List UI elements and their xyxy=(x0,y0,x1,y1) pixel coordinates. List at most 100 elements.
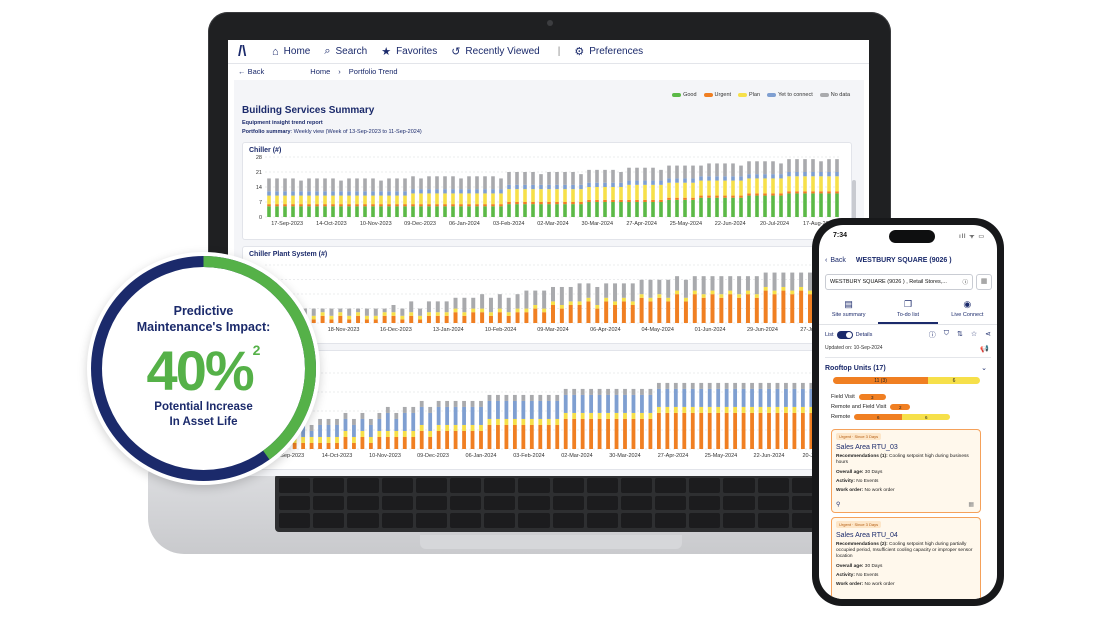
bar-segment[interactable] xyxy=(701,297,706,323)
bar-segment[interactable] xyxy=(595,182,599,187)
bar-segment[interactable] xyxy=(781,290,786,323)
bar-segment[interactable] xyxy=(619,172,623,183)
bar-segment[interactable] xyxy=(579,184,583,190)
bar-segment[interactable] xyxy=(504,394,509,401)
bar-segment[interactable] xyxy=(792,388,797,407)
bar-segment[interactable] xyxy=(745,276,750,291)
bar-segment[interactable] xyxy=(563,412,568,419)
bar-segment[interactable] xyxy=(747,193,751,196)
bar-segment[interactable] xyxy=(426,315,431,323)
bar-segment[interactable] xyxy=(597,418,602,449)
bar-segment[interactable] xyxy=(531,184,535,190)
bar-segment[interactable] xyxy=(715,197,719,217)
bar-segment[interactable] xyxy=(595,169,599,183)
bar-segment[interactable] xyxy=(603,199,607,202)
bar-segment[interactable] xyxy=(715,195,719,198)
bar-segment[interactable] xyxy=(470,406,475,425)
bar-segment[interactable] xyxy=(419,189,423,194)
bar-segment[interactable] xyxy=(667,165,671,179)
bar-segment[interactable] xyxy=(656,382,661,389)
bar-segment[interactable] xyxy=(614,394,619,413)
bar-segment[interactable] xyxy=(739,165,743,177)
bar-segment[interactable] xyxy=(651,202,655,217)
bar-segment[interactable] xyxy=(546,400,551,419)
equipment-card[interactable]: Urgent · Since 3 Days Sales Area RTU_04 … xyxy=(831,517,981,599)
bar-segment[interactable] xyxy=(371,178,375,192)
bar-segment[interactable] xyxy=(630,283,635,302)
bar-segment[interactable] xyxy=(400,319,405,323)
bar-segment[interactable] xyxy=(364,319,369,323)
tab-todo-list[interactable]: ❐ To-do list xyxy=(878,295,938,324)
bar-segment[interactable] xyxy=(763,178,767,194)
bar-segment[interactable] xyxy=(275,195,279,205)
bar-segment[interactable] xyxy=(682,382,687,389)
bar-segment[interactable] xyxy=(733,388,738,407)
bar-segment[interactable] xyxy=(827,193,831,217)
bar-segment[interactable] xyxy=(524,290,529,309)
bar-segment[interactable] xyxy=(419,206,423,217)
bar-segment[interactable] xyxy=(339,180,343,192)
bar-segment[interactable] xyxy=(630,301,635,305)
bar-segment[interactable] xyxy=(299,180,303,192)
bar-segment[interactable] xyxy=(462,406,466,425)
bar-segment[interactable] xyxy=(507,172,511,185)
bar-segment[interactable] xyxy=(436,430,441,449)
bar-segment[interactable] xyxy=(475,204,479,207)
bar-segment[interactable] xyxy=(379,204,383,207)
bar-segment[interactable] xyxy=(507,184,511,190)
bar-segment[interactable] xyxy=(453,297,458,309)
bar-segment[interactable] xyxy=(343,430,348,437)
bar-segment[interactable] xyxy=(683,178,687,183)
bar-segment[interactable] xyxy=(723,163,727,177)
bar-segment[interactable] xyxy=(577,304,582,323)
bar-segment[interactable] xyxy=(428,406,433,413)
bar-segment[interactable] xyxy=(339,195,343,205)
bar-segment[interactable] xyxy=(811,159,815,172)
bar-segment[interactable] xyxy=(347,204,351,207)
bar-segment[interactable] xyxy=(409,301,414,313)
bar-segment[interactable] xyxy=(675,199,679,217)
bar-segment[interactable] xyxy=(611,199,615,202)
bar-segment[interactable] xyxy=(419,406,424,425)
legend-item[interactable]: No data xyxy=(819,92,850,98)
bar-segment[interactable] xyxy=(555,184,559,190)
bar-segment[interactable] xyxy=(531,189,535,202)
bar-segment[interactable] xyxy=(483,193,487,205)
bar-segment[interactable] xyxy=(775,406,780,413)
bar-segment[interactable] xyxy=(795,193,799,217)
bar-segment[interactable] xyxy=(347,195,351,205)
bar-segment[interactable] xyxy=(571,172,575,185)
bar-segment[interactable] xyxy=(767,406,771,413)
bar-segment[interactable] xyxy=(451,193,455,205)
bar-segment[interactable] xyxy=(657,294,662,298)
bar-segment[interactable] xyxy=(267,206,271,217)
bar-segment[interactable] xyxy=(741,382,746,389)
bar-segment[interactable] xyxy=(579,174,583,185)
bar-segment[interactable] xyxy=(763,193,767,196)
bar-segment[interactable] xyxy=(614,418,619,449)
bar-segment[interactable] xyxy=(555,418,560,425)
bar-segment[interactable] xyxy=(690,388,695,407)
bar-segment[interactable] xyxy=(356,315,361,323)
bar-segment[interactable] xyxy=(675,197,679,200)
bar-segment[interactable] xyxy=(385,430,390,437)
bar-segment[interactable] xyxy=(326,418,331,425)
star-icon[interactable]: ☆ xyxy=(971,330,977,340)
bar-segment[interactable] xyxy=(639,294,644,298)
bar-segment[interactable] xyxy=(435,315,440,323)
bar-segment[interactable] xyxy=(597,394,602,413)
bar-segment[interactable] xyxy=(363,204,367,207)
bar-segment[interactable] xyxy=(475,206,479,217)
bar-segment[interactable] xyxy=(368,424,373,437)
bar-segment[interactable] xyxy=(379,180,383,192)
bar-segment[interactable] xyxy=(790,294,795,323)
sort-icon[interactable]: ⇅ xyxy=(957,330,963,340)
bar-segment[interactable] xyxy=(515,172,519,185)
bar-segment[interactable] xyxy=(597,412,602,419)
bar-segment[interactable] xyxy=(754,276,759,295)
bar-segment[interactable] xyxy=(542,308,547,313)
bar-segment[interactable] xyxy=(523,172,527,185)
bar-segment[interactable] xyxy=(691,178,695,183)
bar-segment[interactable] xyxy=(656,388,661,407)
bar-segment[interactable] xyxy=(379,195,383,205)
